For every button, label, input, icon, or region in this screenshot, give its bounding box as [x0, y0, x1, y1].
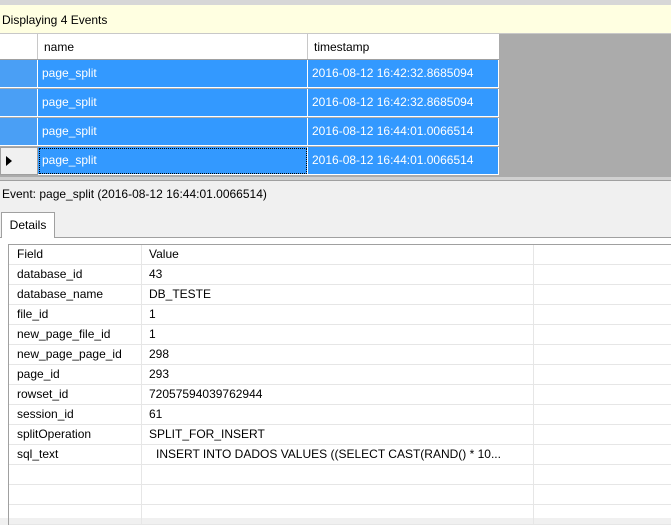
field-value: 1: [142, 305, 534, 325]
status-bar: Displaying 4 Events: [0, 5, 671, 34]
details-row[interactable]: rowset_id 72057594039762944: [9, 385, 671, 405]
details-empty-row: [9, 505, 671, 525]
details-row[interactable]: file_id 1: [9, 305, 671, 325]
field-value: INSERT INTO DADOS VALUES ((SELECT CAST(R…: [142, 445, 534, 465]
field-name: new_page_page_id: [9, 345, 142, 365]
field-name: new_page_file_id: [9, 325, 142, 345]
column-header-value[interactable]: Value: [142, 245, 534, 265]
events-grid-area: name timestamp page_split 2016-08-12 16:…: [0, 34, 671, 177]
field-value: 61: [142, 405, 534, 425]
details-empty-row: [9, 485, 671, 505]
column-header-name[interactable]: name: [38, 34, 308, 59]
details-row[interactable]: new_page_file_id 1: [9, 325, 671, 345]
details-row[interactable]: page_id 293: [9, 365, 671, 385]
column-header-timestamp[interactable]: timestamp: [308, 34, 499, 59]
field-name: file_id: [9, 305, 142, 325]
event-name-cell[interactable]: page_split: [38, 60, 308, 88]
event-name-cell[interactable]: page_split: [38, 118, 308, 146]
field-name: database_name: [9, 285, 142, 305]
empty-cell: [9, 465, 142, 485]
details-row[interactable]: new_page_page_id 298: [9, 345, 671, 365]
row-header[interactable]: [0, 118, 38, 146]
event-name-cell[interactable]: page_split: [38, 147, 308, 175]
empty-cell: [142, 465, 534, 485]
empty-cell: [142, 485, 534, 505]
field-name: database_id: [9, 265, 142, 285]
event-timestamp-cell[interactable]: 2016-08-12 16:44:01.0066514: [308, 147, 499, 175]
event-timestamp-cell[interactable]: 2016-08-12 16:44:01.0066514: [308, 118, 499, 146]
status-text: Displaying 4 Events: [2, 13, 108, 27]
event-row[interactable]: page_split 2016-08-12 16:42:32.8685094: [0, 60, 499, 88]
field-value: 298: [142, 345, 534, 365]
grid-corner-cell: [0, 34, 38, 59]
event-row-current[interactable]: page_split 2016-08-12 16:44:01.0066514: [0, 147, 499, 175]
field-value: 43: [142, 265, 534, 285]
field-value: 1: [142, 325, 534, 345]
event-timestamp-cell[interactable]: 2016-08-12 16:42:32.8685094: [308, 60, 499, 88]
row-header[interactable]: [0, 89, 38, 117]
details-row[interactable]: session_id 61: [9, 405, 671, 425]
details-row[interactable]: database_id 43: [9, 265, 671, 285]
row-header[interactable]: [0, 60, 38, 88]
details-table: Field Value database_id 43 database_name…: [8, 244, 671, 525]
current-row-arrow-icon: [6, 156, 12, 166]
empty-cell: [9, 485, 142, 505]
empty-cell: [9, 505, 142, 525]
event-row[interactable]: page_split 2016-08-12 16:42:32.8685094: [0, 89, 499, 117]
event-name-cell[interactable]: page_split: [38, 89, 308, 117]
event-timestamp-cell[interactable]: 2016-08-12 16:42:32.8685094: [308, 89, 499, 117]
details-panel: Field Value database_id 43 database_name…: [0, 238, 671, 525]
details-header-row: Field Value: [9, 245, 671, 265]
details-row[interactable]: splitOperation SPLIT_FOR_INSERT: [9, 425, 671, 445]
details-row[interactable]: database_name DB_TESTE: [9, 285, 671, 305]
empty-cell: [142, 505, 534, 525]
field-value: DB_TESTE: [142, 285, 534, 305]
grid-header: name timestamp: [0, 34, 499, 60]
row-header[interactable]: [0, 147, 38, 175]
tab-details[interactable]: Details: [1, 212, 55, 238]
field-name: sql_text: [9, 445, 142, 465]
field-name: splitOperation: [9, 425, 142, 445]
details-empty-row: [9, 465, 671, 485]
field-name: rowset_id: [9, 385, 142, 405]
field-name: page_id: [9, 365, 142, 385]
field-name: session_id: [9, 405, 142, 425]
column-header-field[interactable]: Field: [9, 245, 142, 265]
field-value: 293: [142, 365, 534, 385]
details-row[interactable]: sql_text INSERT INTO DADOS VALUES ((SELE…: [9, 445, 671, 465]
event-row[interactable]: page_split 2016-08-12 16:44:01.0066514: [0, 118, 499, 146]
pane-splitter[interactable]: [0, 177, 671, 181]
field-value: 72057594039762944: [142, 385, 534, 405]
event-title: Event: page_split (2016-08-12 16:44:01.0…: [2, 187, 267, 201]
field-value: SPLIT_FOR_INSERT: [142, 425, 534, 445]
